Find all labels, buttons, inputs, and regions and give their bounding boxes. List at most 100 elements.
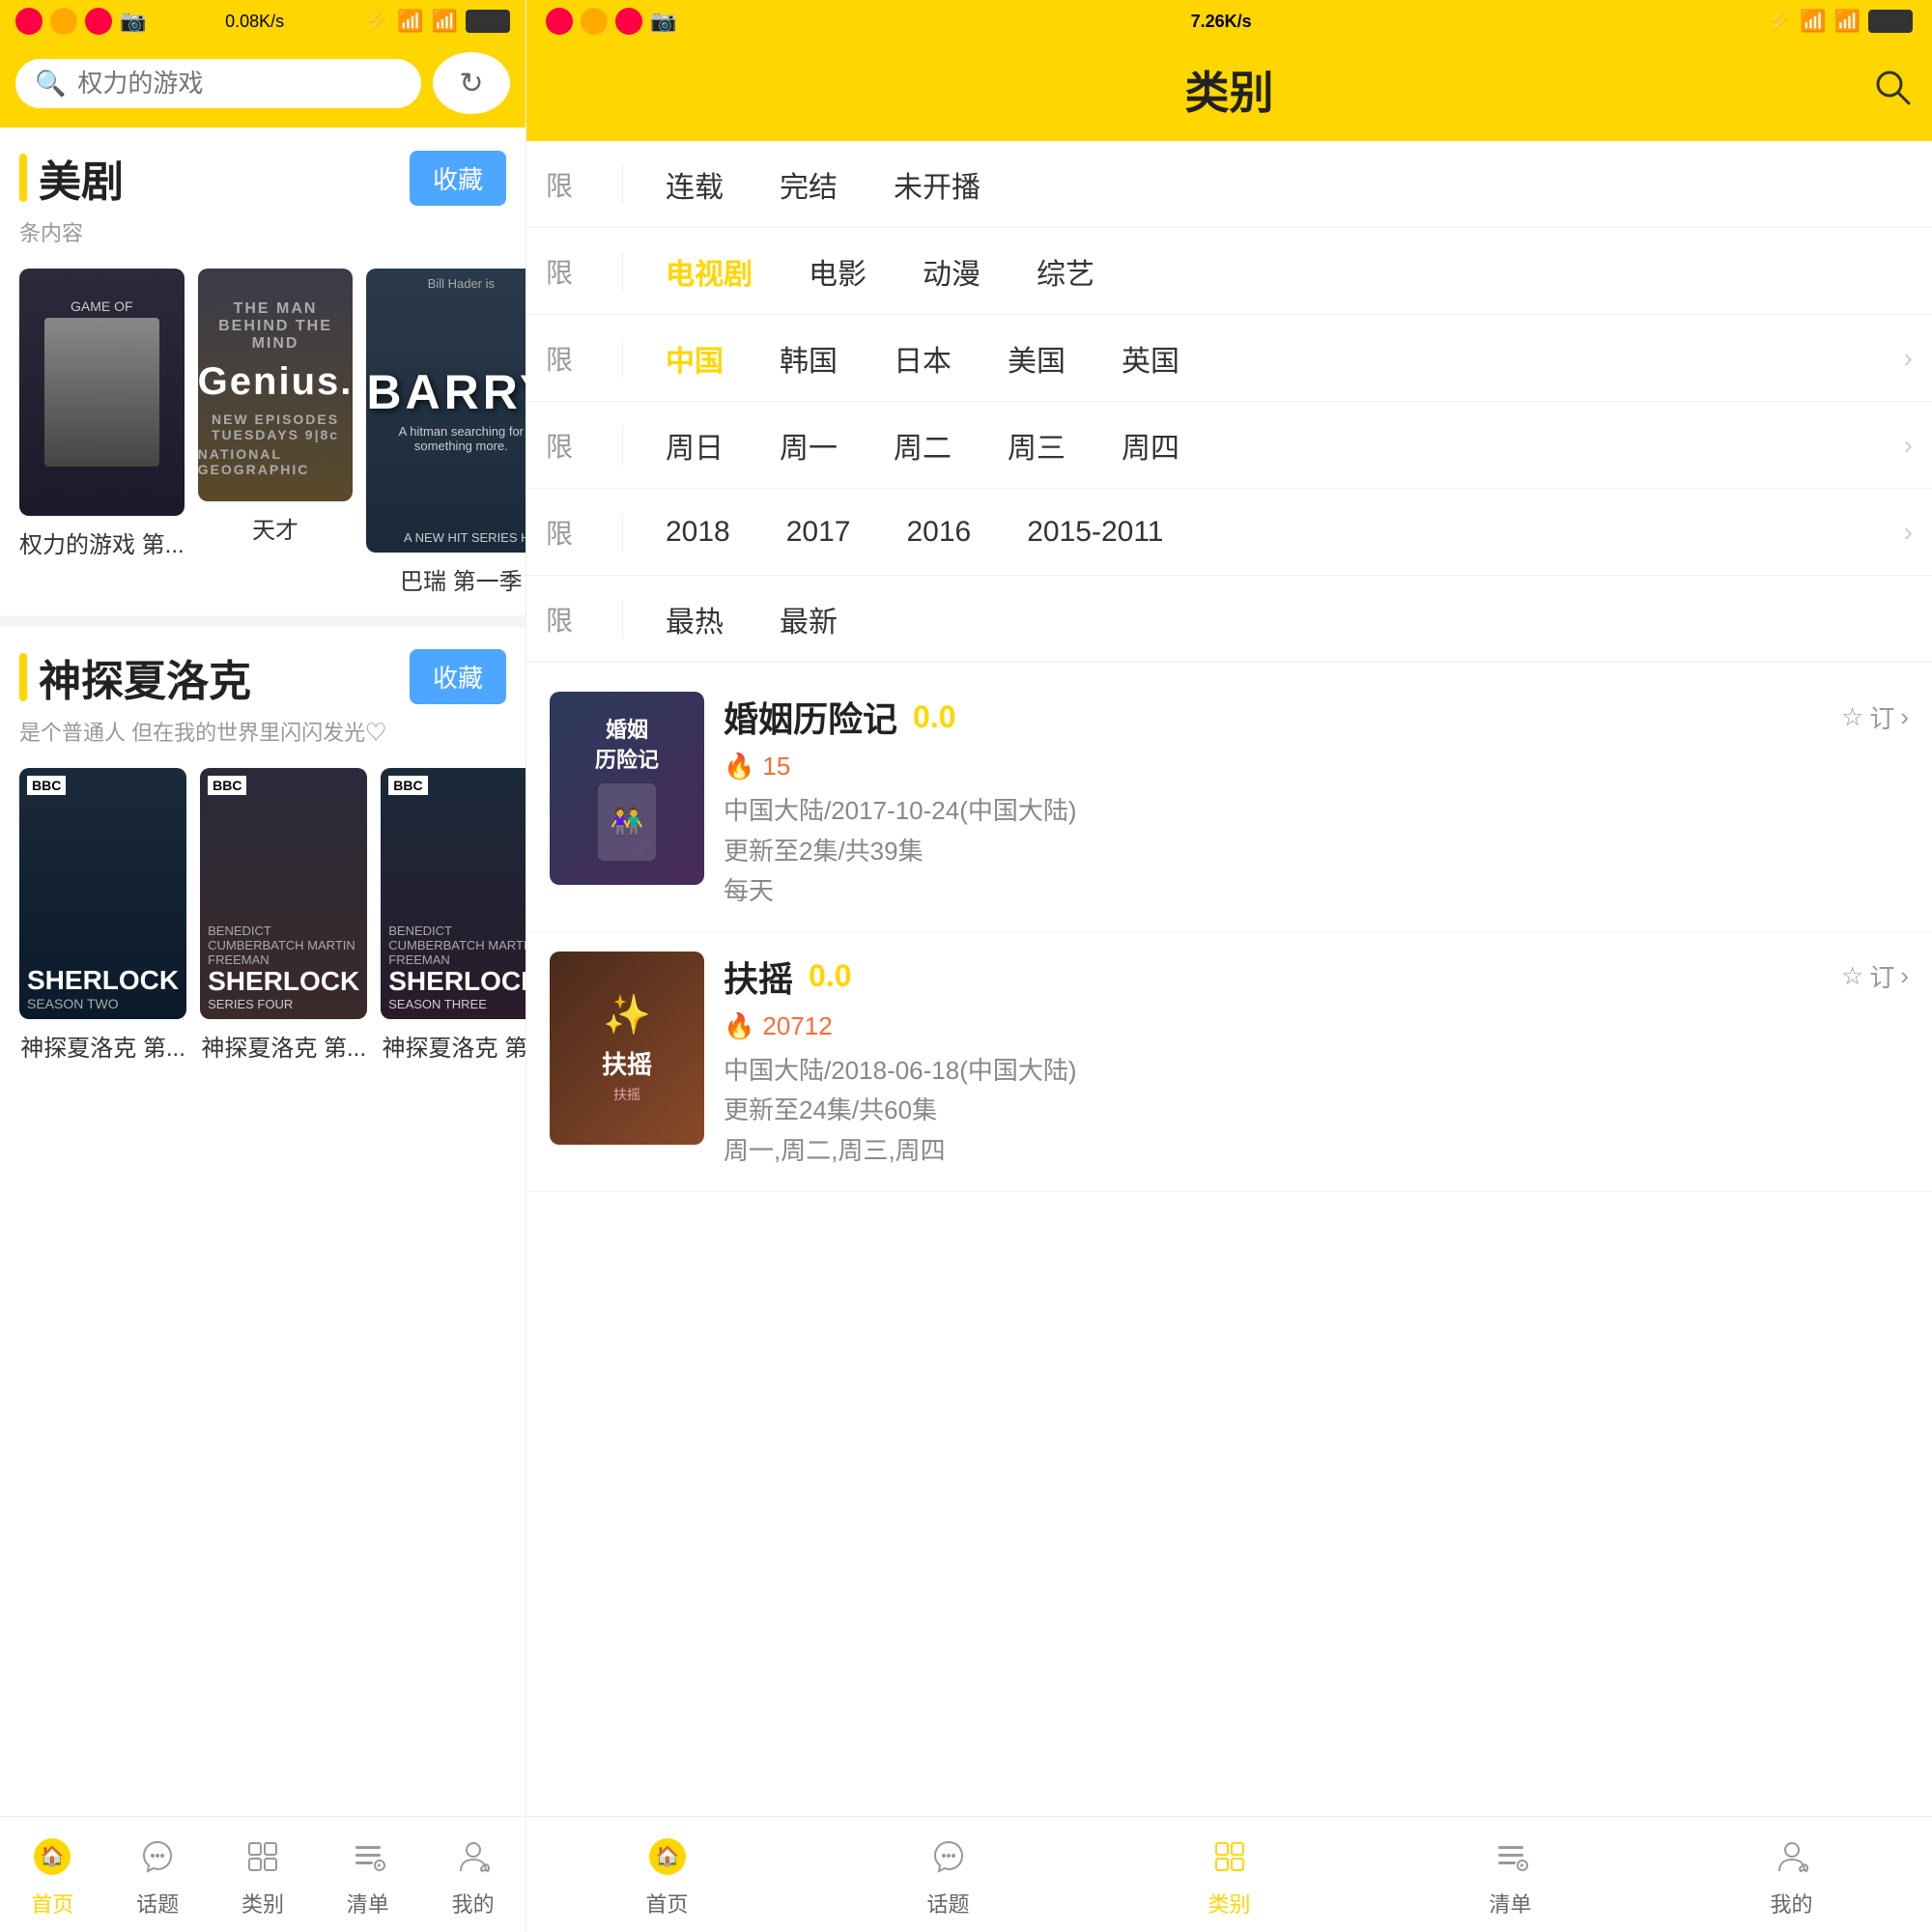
fuyao-meta3: 周一,周二,周三,周四 — [724, 1131, 1909, 1172]
filter-label-type: 限 — [546, 252, 623, 291]
filter-option[interactable]: 电影 — [785, 241, 890, 302]
arrow-icon: › — [1904, 430, 1913, 461]
nav-topic-label-right: 话题 — [926, 1888, 969, 1918]
meiju-collect-button[interactable]: 收藏 — [410, 151, 506, 206]
nav-item-mine-right[interactable]: 我的 — [1651, 1832, 1932, 1918]
right-bottom-nav: 🏠 首页 话题 — [526, 1816, 1932, 1932]
marriage-meta2: 更新至2集/共39集 — [724, 832, 1909, 872]
topic-icon-right — [923, 1832, 974, 1882]
list-item[interactable]: BBC SHERLOCK SEASON TWO 神探夏洛克 第... — [19, 768, 186, 1063]
filter-option[interactable]: 周四 — [1098, 414, 1203, 476]
sherlock-section: 神探夏洛克 收藏 是个普通人 但在我的世界里闪闪发光♡ BBC SHERLOCK… — [0, 627, 526, 1082]
fuyao-meta1: 中国大陆/2018-06-18(中国大陆) — [724, 1051, 1909, 1092]
filter-option[interactable]: 最热 — [642, 588, 747, 650]
marriage-subscribe-button[interactable]: ☆ 订 › — [1841, 699, 1909, 735]
filter-label-day: 限 — [546, 426, 623, 465]
nav-topic-label-left: 话题 — [136, 1888, 179, 1918]
filter-option[interactable]: 电视剧 — [642, 241, 776, 302]
filter-option[interactable]: 中国 — [642, 327, 747, 389]
filter-option[interactable]: 英国 — [1098, 327, 1203, 389]
marriage-score: 0.0 — [913, 699, 955, 735]
filter-option[interactable]: 周二 — [870, 414, 975, 476]
filter-option[interactable]: 周日 — [642, 414, 747, 476]
marriage-title-row: 婚姻历险记 0.0 ☆ 订 › — [724, 692, 1909, 742]
filter-row-year: 限 2018 2017 2016 2015-2011 › — [526, 489, 1932, 576]
search-input-wrap[interactable]: 🔍 — [15, 59, 421, 108]
left-panel: 📷 0.08K/s ⚡ 📶 📶 🔍 ↻ 美剧 收藏 条内容 — [0, 0, 526, 1932]
topic-icon-left — [132, 1832, 183, 1882]
nav-category-label-right: 类别 — [1208, 1888, 1250, 1918]
filter-option[interactable]: 周三 — [984, 414, 1089, 476]
fire-icon: 🔥 — [724, 1011, 754, 1041]
sherlock-title: 神探夏洛克 — [39, 646, 251, 708]
dot-icon-3 — [85, 8, 112, 35]
sherlock1-name: 神探夏洛克 第... — [19, 1029, 186, 1063]
marriage-meta3: 每天 — [724, 871, 1909, 912]
filter-label-sort: 限 — [546, 600, 623, 639]
bluetooth-icon: ⚡ — [363, 9, 389, 34]
nav-item-category-right[interactable]: 类别 — [1089, 1832, 1370, 1918]
right-panel: 📷 7.26K/s ⚡ 📶 📶 类别 限 连载 完结 未开播 — [526, 0, 1932, 1932]
nav-playlist-label-left: 清单 — [347, 1888, 389, 1918]
playlist-icon-left — [343, 1832, 393, 1882]
search-icon: 🔍 — [35, 69, 66, 99]
camera-icon-right: 📷 — [650, 9, 676, 34]
right-search-button[interactable] — [1870, 65, 1913, 116]
filter-option[interactable]: 最新 — [756, 588, 861, 650]
marriage-info: 婚姻历险记 0.0 ☆ 订 › 🔥 15 中国大陆/2017-10-24(中国大… — [724, 692, 1909, 912]
home-icon-right: 🏠 — [642, 1832, 693, 1882]
filter-row-status: 限 连载 完结 未开播 — [526, 141, 1932, 228]
fuyao-info: 扶摇 0.0 ☆ 订 › 🔥 20712 中国大陆/2018-06-18(中国大… — [724, 952, 1909, 1172]
filter-option[interactable]: 未开播 — [870, 154, 1004, 215]
marriage-meta1: 中国大陆/2017-10-24(中国大陆) — [724, 791, 1909, 832]
genius-poster: THE MAN BEHIND THE MIND Genius. NEW EPIS… — [198, 269, 354, 501]
filter-option[interactable]: 2015-2011 — [1004, 506, 1186, 558]
nav-item-playlist-right[interactable]: 清单 — [1370, 1832, 1651, 1918]
fuyao-subscribe-button[interactable]: ☆ 订 › — [1841, 958, 1909, 994]
nav-item-home-left[interactable]: 🏠 首页 — [0, 1832, 105, 1918]
nav-home-label-right: 首页 — [645, 1888, 688, 1918]
meiju-sub: 条内容 — [0, 216, 526, 259]
filter-option[interactable]: 2017 — [763, 506, 874, 558]
right-status-bar: 📷 7.26K/s ⚡ 📶 📶 — [526, 0, 1932, 43]
list-item[interactable]: THE MAN BEHIND THE MIND Genius. NEW EPIS… — [198, 269, 354, 596]
nav-item-category-left[interactable]: 类别 — [211, 1832, 316, 1918]
arrow-icon: › — [1904, 517, 1913, 548]
list-item[interactable]: Bill Hader is BARRY A hitman searching f… — [366, 269, 526, 596]
filter-option[interactable]: 连载 — [642, 154, 747, 215]
sherlock-collect-button[interactable]: 收藏 — [410, 649, 506, 704]
filter-option[interactable]: 动漫 — [899, 241, 1004, 302]
list-item[interactable]: ✨ 扶摇 扶摇 扶摇 0.0 ☆ 订 › 🔥 20712 — [526, 932, 1932, 1192]
list-item[interactable]: GAME OF 权力的游戏 第... — [19, 269, 185, 596]
filter-option[interactable]: 美国 — [984, 327, 1089, 389]
sherlock2-name: 神探夏洛克 第... — [200, 1029, 367, 1063]
nav-item-topic-left[interactable]: 话题 — [105, 1832, 211, 1918]
category-icon-left — [238, 1832, 288, 1882]
sherlock-header: 神探夏洛克 收藏 — [0, 627, 526, 716]
nav-item-topic-right[interactable]: 话题 — [808, 1832, 1089, 1918]
filter-option[interactable]: 综艺 — [1013, 241, 1118, 302]
filter-option[interactable]: 周一 — [756, 414, 861, 476]
filter-option[interactable]: 韩国 — [756, 327, 861, 389]
filter-option[interactable]: 2018 — [642, 506, 753, 558]
fuyao-hot-count: 20712 — [762, 1011, 832, 1041]
nav-item-playlist-left[interactable]: 清单 — [315, 1832, 420, 1918]
nav-playlist-label-right: 清单 — [1489, 1888, 1531, 1918]
chevron-icon: › — [1900, 961, 1909, 991]
list-item[interactable]: 婚姻历险记 👫 婚姻历险记 0.0 ☆ 订 › 🔥 — [526, 672, 1932, 932]
filter-options-region: 中国 韩国 日本 美国 英国 — [642, 327, 1203, 389]
sherlock-grid: BBC SHERLOCK SEASON TWO 神探夏洛克 第... BBC B… — [0, 758, 526, 1082]
search-refresh-button[interactable]: ↻ — [433, 52, 510, 114]
dot-r1 — [546, 8, 573, 35]
nav-item-home-right[interactable]: 🏠 首页 — [526, 1832, 808, 1918]
filter-option[interactable]: 完结 — [756, 154, 861, 215]
nav-item-mine-left[interactable]: 我的 — [420, 1832, 526, 1918]
filter-label-status: 限 — [546, 165, 623, 204]
filter-option[interactable]: 2016 — [884, 506, 995, 558]
list-item[interactable]: BBC BENEDICT CUMBERBATCH MARTIN FREEMAN … — [200, 768, 367, 1063]
list-item[interactable]: BBC BENEDICT CUMBERBATCH MARTIN FREEMAN … — [381, 768, 526, 1063]
filter-option[interactable]: 日本 — [870, 327, 975, 389]
search-input[interactable] — [77, 69, 402, 99]
left-right-icons: ⚡ 📶 📶 — [363, 9, 510, 34]
fuyao-title-row: 扶摇 0.0 ☆ 订 › — [724, 952, 1909, 1002]
